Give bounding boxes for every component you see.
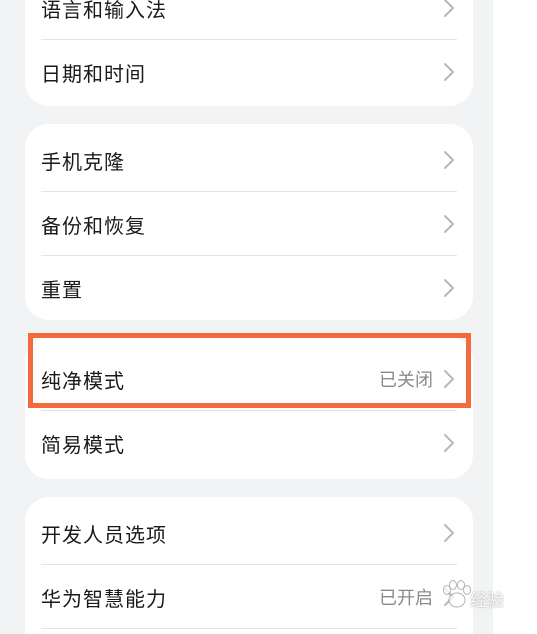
settings-item-label: 重置 — [41, 277, 83, 302]
chevron-right-icon — [441, 213, 457, 235]
chevron-right-icon — [441, 432, 457, 454]
settings-group-backup: 手机克隆 备份和恢复 重置 — [25, 124, 473, 320]
settings-item-developer-options[interactable]: 开发人员选项 — [41, 501, 457, 565]
chevron-right-icon — [441, 586, 457, 608]
settings-group-system: 语言和输入法 日期和时间 — [25, 0, 473, 106]
settings-group-advanced: 开发人员选项 华为智慧能力 已开启 — [25, 497, 473, 634]
chevron-right-icon — [441, 61, 457, 83]
settings-item-huawei-ai[interactable]: 华为智慧能力 已开启 — [41, 565, 457, 629]
settings-item-phone-clone[interactable]: 手机克隆 — [41, 128, 457, 192]
settings-item-label: 华为智慧能力 — [41, 586, 167, 611]
settings-item-backup-restore[interactable]: 备份和恢复 — [41, 192, 457, 256]
status-value: 已开启 — [379, 588, 433, 609]
settings-item-reset[interactable]: 重置 — [41, 256, 457, 320]
settings-item-label: 日期和时间 — [41, 61, 146, 86]
settings-item-label: 纯净模式 — [41, 368, 125, 393]
settings-item-date-time[interactable]: 日期和时间 — [41, 40, 457, 104]
settings-group-modes: 纯净模式 已关闭 简易模式 — [25, 337, 473, 479]
chevron-right-icon — [441, 522, 457, 544]
settings-item-pure-mode[interactable]: 纯净模式 已关闭 — [41, 347, 457, 411]
settings-item-label: 备份和恢复 — [41, 213, 146, 238]
settings-item-label: 手机克隆 — [41, 149, 125, 174]
chevron-right-icon — [441, 0, 457, 19]
settings-list: 语言和输入法 日期和时间 手机克隆 备份和恢复 重置 纯净模式 已关闭 简易模式… — [0, 0, 493, 634]
status-value: 已关闭 — [379, 370, 433, 391]
settings-screen: 语言和输入法 日期和时间 手机克隆 备份和恢复 重置 纯净模式 已关闭 简易模式… — [0, 0, 537, 634]
settings-item-simple-mode[interactable]: 简易模式 — [41, 411, 457, 475]
settings-item-label: 语言和输入法 — [41, 0, 167, 22]
chevron-right-icon — [441, 149, 457, 171]
chevron-right-icon — [441, 277, 457, 299]
settings-item-language-input[interactable]: 语言和输入法 — [41, 0, 457, 40]
settings-item-label: 简易模式 — [41, 432, 125, 457]
chevron-right-icon — [441, 368, 457, 390]
settings-item-label: 开发人员选项 — [41, 522, 167, 547]
